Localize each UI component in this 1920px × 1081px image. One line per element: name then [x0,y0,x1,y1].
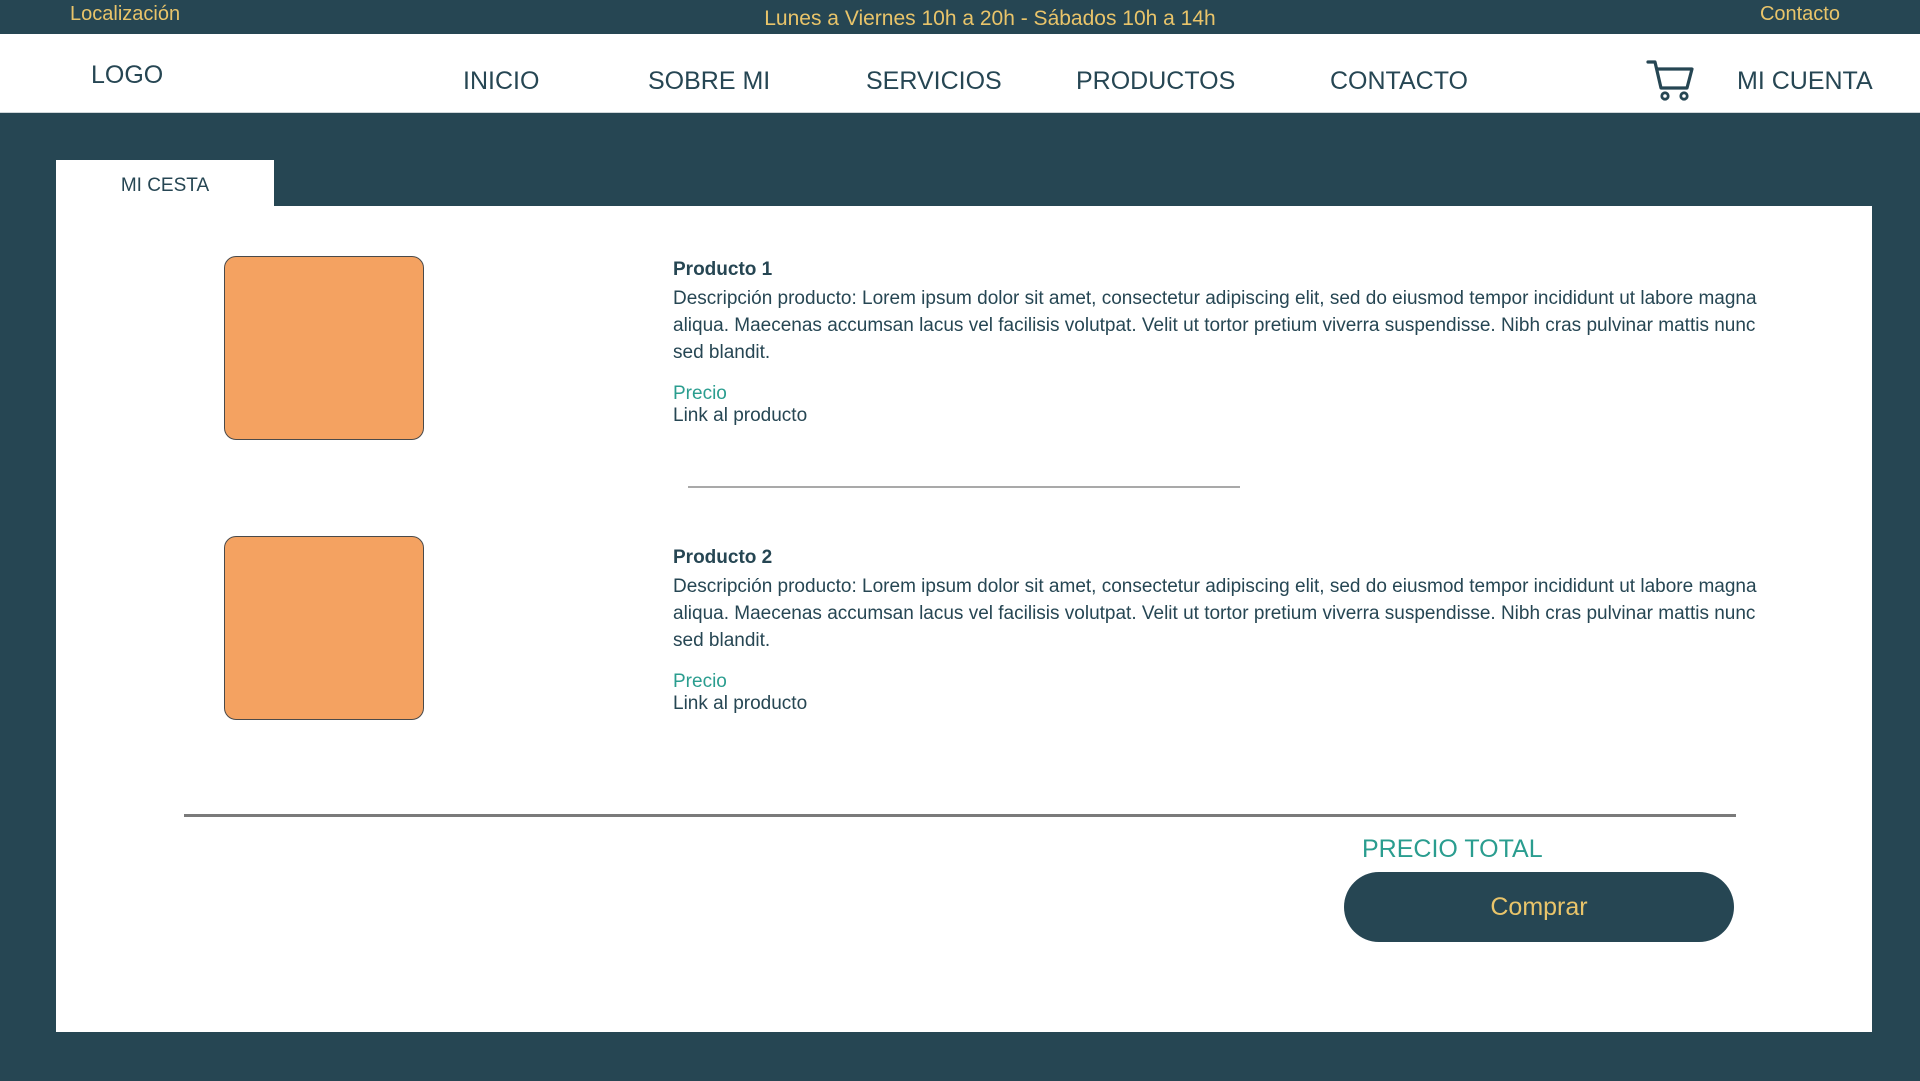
product-title: Producto 1 [673,259,773,280]
product-image[interactable] [224,256,424,440]
product-title: Producto 2 [673,547,773,568]
product-price: Precio [673,671,727,692]
nav-item-servicios[interactable]: SERVICIOS [866,67,1002,96]
product-image[interactable] [224,536,424,720]
logo[interactable]: LOGO [91,61,163,90]
top-info-bar: Localización Lunes a Viernes 10h a 20h -… [0,0,1920,34]
buy-button[interactable]: Comprar [1344,872,1734,942]
nav-item-sobre-mi[interactable]: SOBRE MI [648,67,770,96]
product-price: Precio [673,383,727,404]
nav-item-inicio[interactable]: INICIO [463,67,539,96]
nav-item-productos[interactable]: PRODUCTOS [1076,67,1235,96]
product-link[interactable]: Link al producto [673,693,1773,715]
product-divider [688,486,1240,488]
total-price-label: PRECIO TOTAL [1362,835,1543,863]
product-link[interactable]: Link al producto [673,405,1773,427]
tab-mi-cesta[interactable]: MI CESTA [56,160,274,208]
product-description: Descripción producto: Lorem ipsum dolor … [673,288,1757,363]
nav-item-contacto[interactable]: CONTACTO [1330,67,1468,96]
product-info: Producto 1 Descripción producto: Lorem i… [673,259,1773,427]
opening-hours: Lunes a Viernes 10h a 20h - Sábados 10h … [764,7,1216,30]
my-account-link[interactable]: MI CUENTA [1737,67,1873,96]
cart-panel: Producto 1 Descripción producto: Lorem i… [56,206,1872,1032]
shopping-cart-icon[interactable] [1646,58,1696,102]
product-description: Descripción producto: Lorem ipsum dolor … [673,576,1757,651]
header: LOGO INICIO SOBRE MI SERVICIOS PRODUCTOS… [0,34,1920,113]
contact-link[interactable]: Contacto [1760,3,1840,26]
total-divider [184,814,1736,817]
product-info: Producto 2 Descripción producto: Lorem i… [673,547,1773,715]
